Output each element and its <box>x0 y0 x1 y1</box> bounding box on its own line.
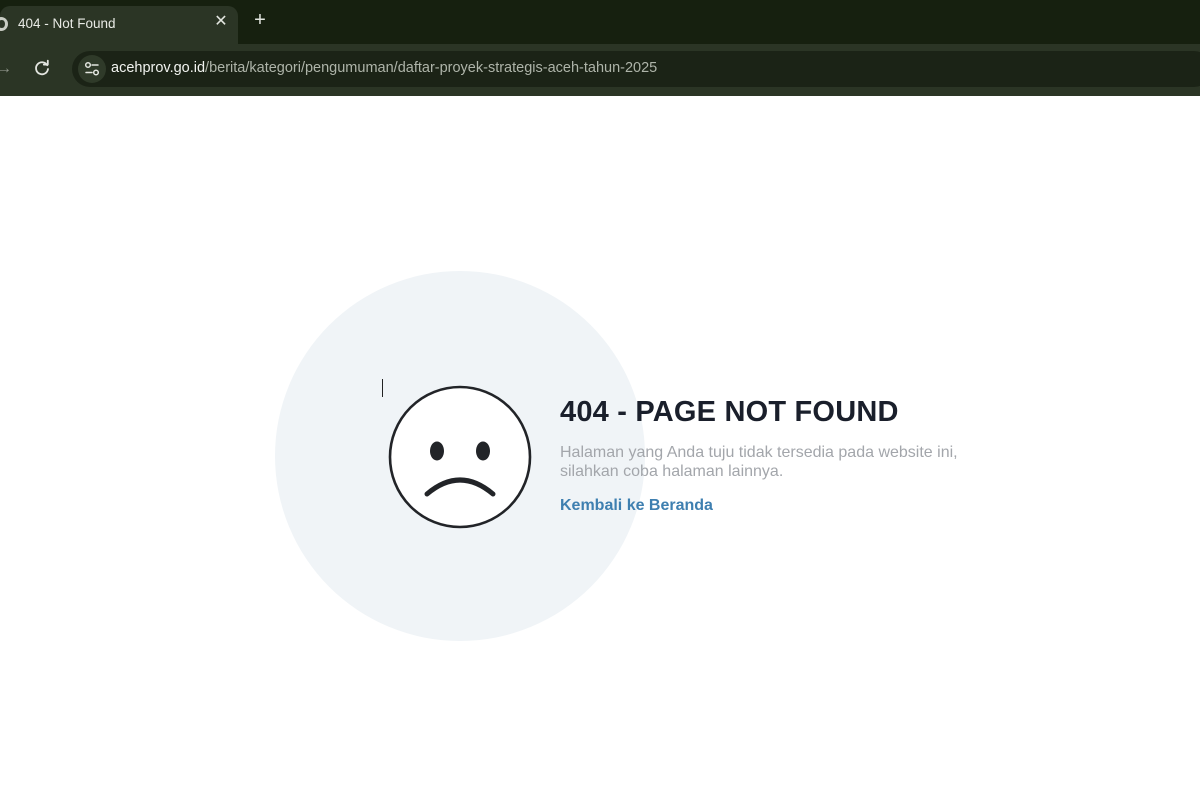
reload-icon[interactable] <box>31 58 53 80</box>
forward-arrow-icon[interactable]: → <box>0 59 14 79</box>
back-to-home-link[interactable]: Kembali ke Beranda <box>560 497 713 515</box>
browser-chrome: 404 - Not Found ✕ + → acehprov.go.id/ber… <box>0 0 1200 96</box>
address-bar[interactable]: acehprov.go.id/berita/kategori/pengumuma… <box>72 51 1200 87</box>
page-title: 404 - PAGE NOT FOUND <box>560 396 899 428</box>
url-domain: acehprov.go.id <box>111 60 206 76</box>
sad-face-icon <box>388 385 532 529</box>
tab-title: 404 - Not Found <box>18 16 116 31</box>
globe-icon <box>0 17 8 31</box>
text-cursor <box>382 379 383 397</box>
error-description: Halaman yang Anda tuju tidak tersedia pa… <box>560 444 958 480</box>
tab-active[interactable]: 404 - Not Found ✕ <box>0 6 238 44</box>
tune-icon[interactable] <box>78 55 106 83</box>
url-text: acehprov.go.id/berita/kategori/pengumuma… <box>111 60 657 76</box>
page-content: 404 - PAGE NOT FOUND Halaman yang Anda t… <box>0 96 1200 800</box>
error-content: 404 - PAGE NOT FOUND Halaman yang Anda t… <box>560 396 1020 515</box>
tab-strip: 404 - Not Found ✕ + <box>0 0 1200 44</box>
url-path: /berita/kategori/pengumuman/daftar-proye… <box>205 60 658 76</box>
toolbar: → acehprov.go.id/berita/kategori/pengumu… <box>0 44 1200 96</box>
new-tab-button[interactable]: + <box>250 10 270 30</box>
close-icon[interactable]: ✕ <box>212 13 230 31</box>
